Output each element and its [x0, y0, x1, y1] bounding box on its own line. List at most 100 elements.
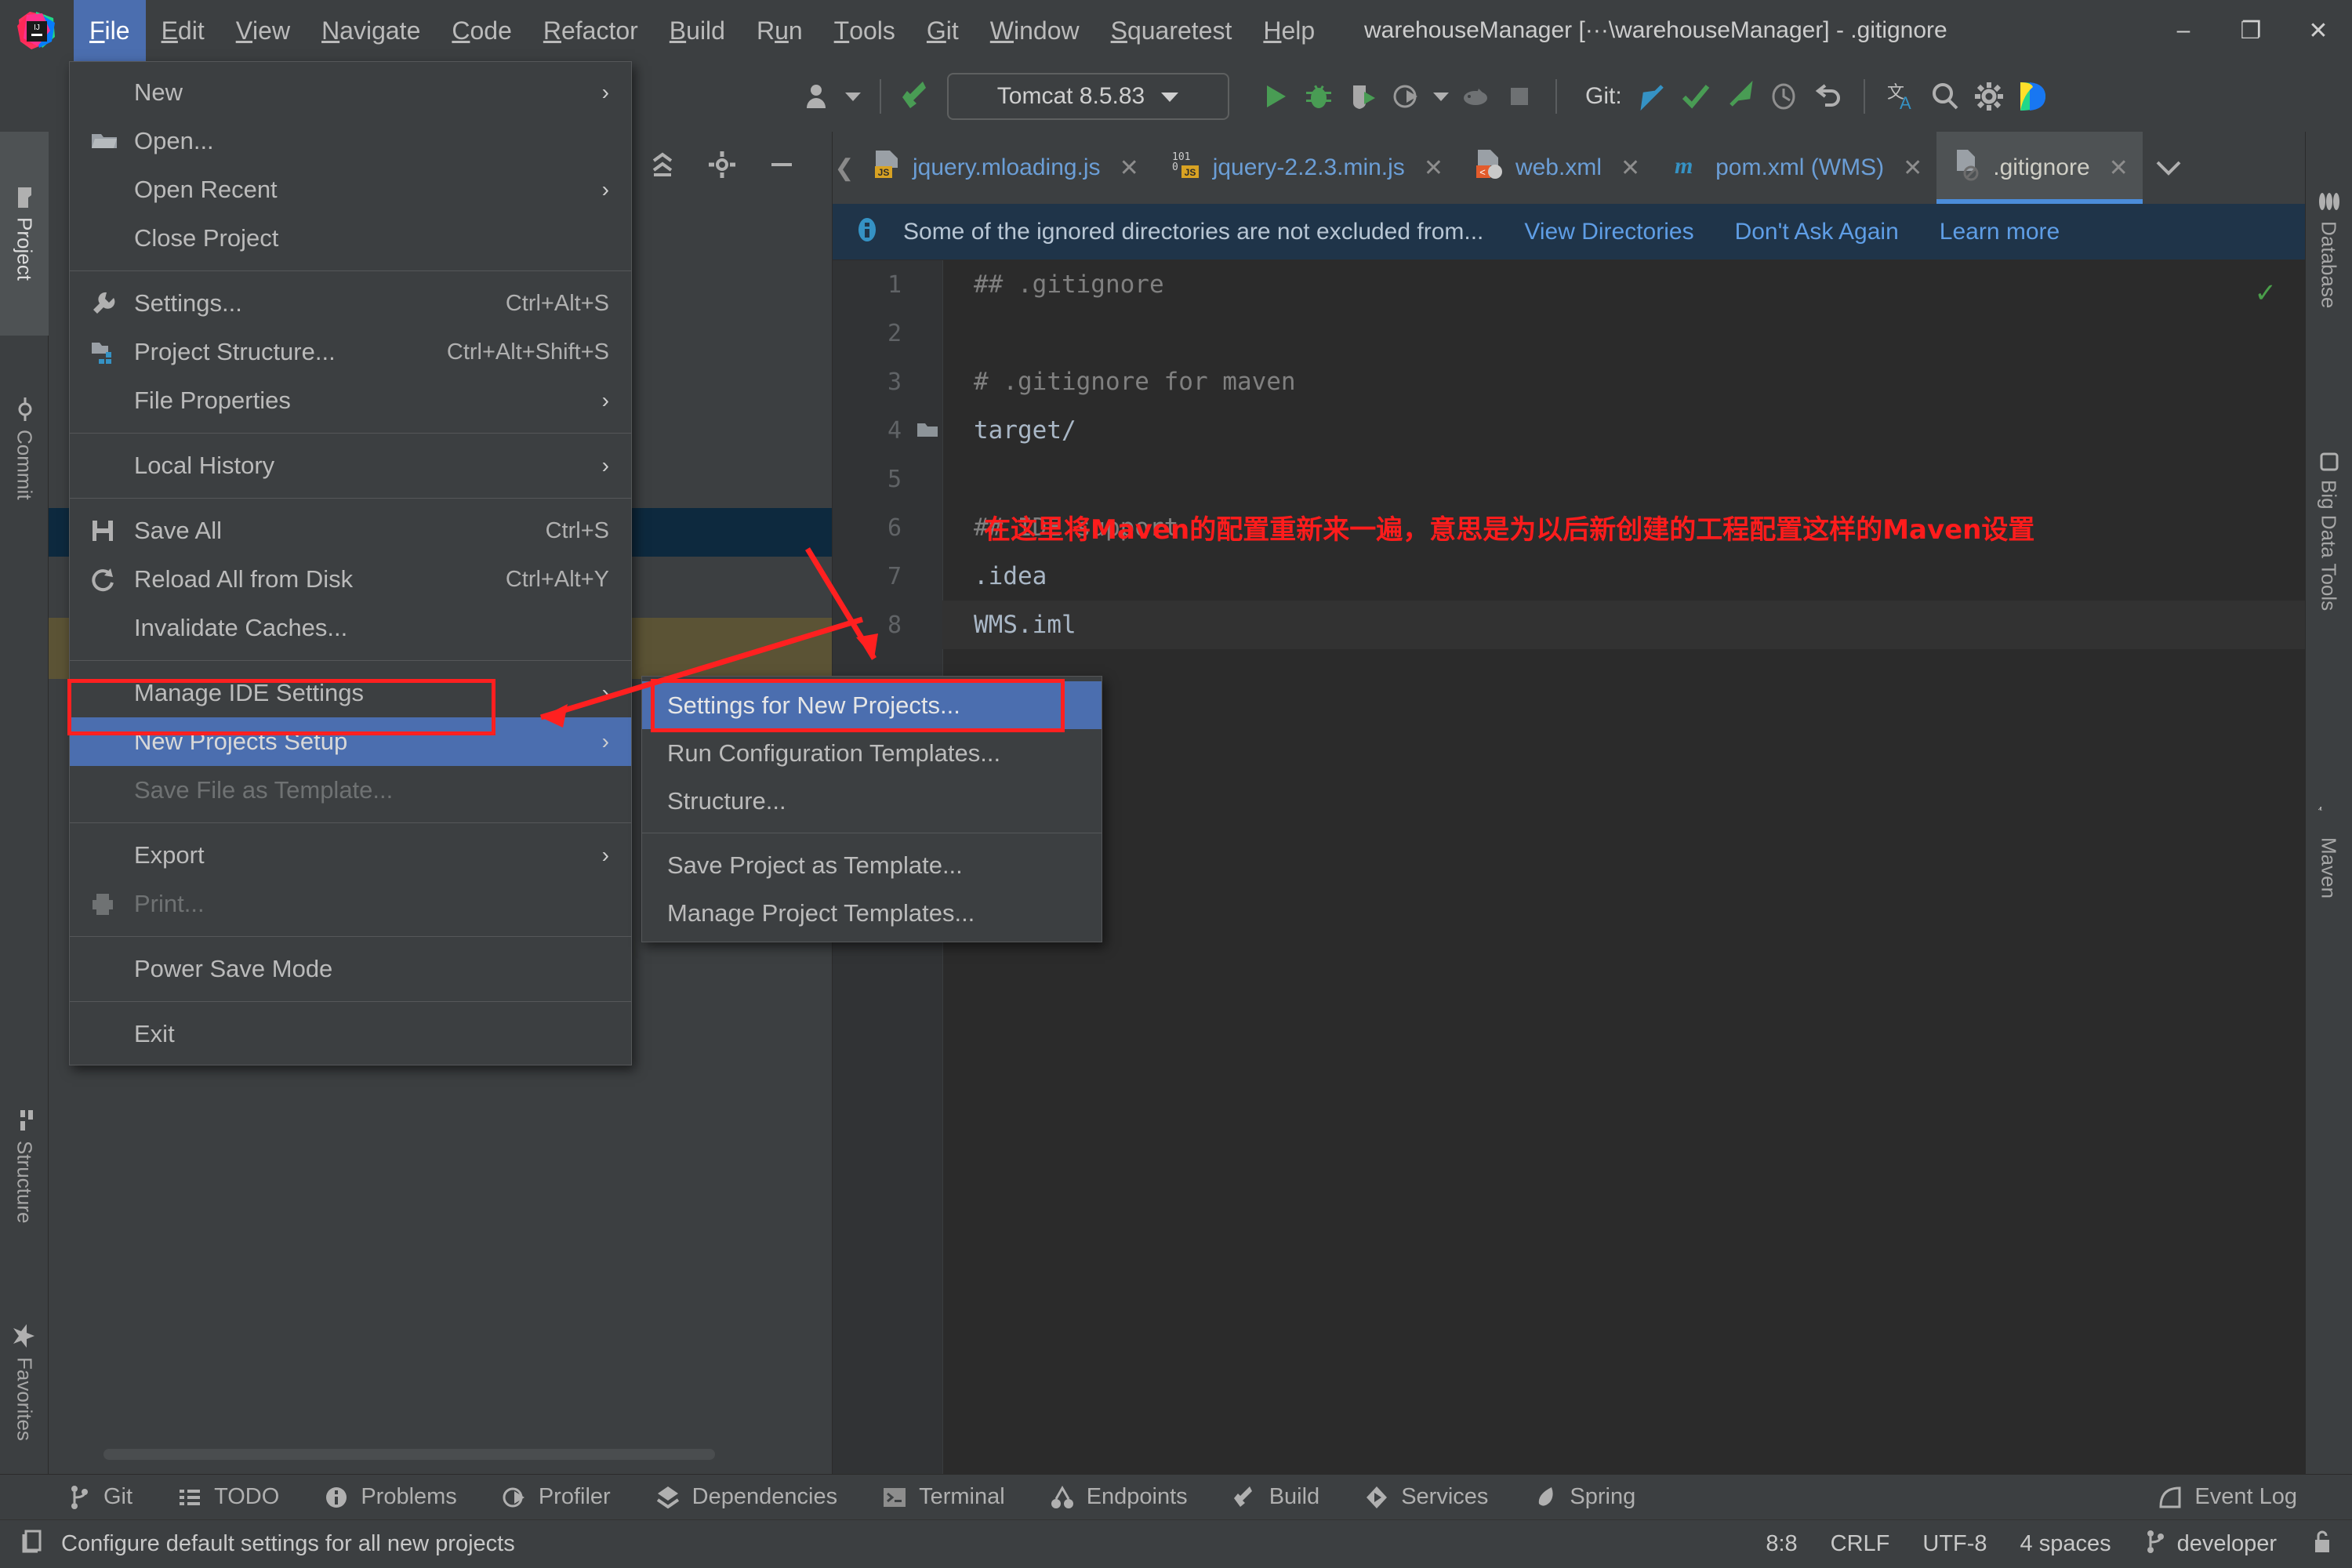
search-everywhere-icon[interactable]: [1923, 74, 1967, 118]
run-with-coverage-icon[interactable]: [1341, 74, 1385, 118]
close-button[interactable]: ✕: [2285, 0, 2352, 61]
tab-close-icon[interactable]: ✕: [1120, 154, 1139, 182]
code-line[interactable]: 5: [833, 455, 2305, 503]
tab-close-icon[interactable]: ✕: [1903, 154, 1922, 182]
undo-icon[interactable]: [1806, 74, 1849, 118]
code-line[interactable]: 4 target/: [833, 406, 2305, 455]
stop-icon[interactable]: [1497, 74, 1541, 118]
sidebar-item-favorites[interactable]: Favorites: [0, 1276, 49, 1488]
menu-squaretest[interactable]: Squaretest: [1095, 0, 1248, 61]
menu-window[interactable]: Window: [975, 0, 1095, 61]
tab-web-xml[interactable]: < web.xml ✕: [1457, 132, 1654, 204]
submenu-item-save-project-as-template[interactable]: Save Project as Template...: [642, 841, 1102, 889]
tab-jquery-mloading-js[interactable]: JS jquery.mloading.js ✕: [856, 132, 1153, 204]
collapse-all-icon[interactable]: [644, 147, 681, 183]
git-branch-widget[interactable]: developer: [2144, 1530, 2277, 1559]
code-line[interactable]: 8 WMS.iml: [833, 601, 2305, 649]
menu-tools[interactable]: Tools: [818, 0, 911, 61]
sidebar-item-big-data-tools[interactable]: Big Data Tools: [2305, 375, 2352, 688]
menu-item-project-structure[interactable]: Project Structure... Ctrl+Alt+Shift+S: [70, 328, 631, 376]
menu-item-exit[interactable]: Exit: [70, 1010, 631, 1058]
tool-window-endpoints[interactable]: Endpoints: [1049, 1484, 1188, 1511]
tab-scroll-left-icon[interactable]: ❮: [833, 132, 856, 204]
app-badge-icon[interactable]: [2011, 74, 2055, 118]
sidebar-item-project[interactable]: Project: [0, 132, 49, 336]
menu-edit[interactable]: Edit: [146, 0, 220, 61]
line-separator[interactable]: CRLF: [1831, 1531, 1890, 1557]
menu-help[interactable]: Help: [1247, 0, 1330, 61]
menu-file[interactable]: File: [74, 0, 146, 61]
tool-window-todo[interactable]: TODO: [176, 1484, 279, 1511]
menu-refactor[interactable]: Refactor: [528, 0, 654, 61]
tool-window-dependencies[interactable]: Dependencies: [655, 1484, 837, 1511]
run-configuration-selector[interactable]: Tomcat 8.5.83: [947, 73, 1229, 120]
code-line[interactable]: 3 # .gitignore for maven: [833, 358, 2305, 406]
code-line[interactable]: 7 .idea: [833, 552, 2305, 601]
sidebar-item-database[interactable]: Database: [2305, 132, 2352, 367]
avatar-dropdown-icon[interactable]: [840, 74, 866, 118]
menu-item-reload-all-from-disk[interactable]: Reload All from Disk Ctrl+Alt+Y: [70, 555, 631, 604]
tool-window-event-log[interactable]: Event Log: [2157, 1484, 2297, 1511]
settings-gear-icon[interactable]: [1967, 74, 2011, 118]
history-icon[interactable]: [1762, 74, 1806, 118]
attach-icon[interactable]: [1454, 74, 1497, 118]
tool-window-git[interactable]: Git: [66, 1484, 132, 1511]
tool-window-terminal[interactable]: Terminal: [881, 1484, 1005, 1511]
git-commit-icon[interactable]: [1674, 74, 1718, 118]
code-line[interactable]: 2: [833, 309, 2305, 358]
tool-window-problems[interactable]: Problems: [323, 1484, 457, 1511]
notification-link-dont-ask-again[interactable]: Don't Ask Again: [1735, 219, 1899, 245]
menu-navigate[interactable]: Navigate: [306, 0, 436, 61]
maximize-button[interactable]: ❐: [2217, 0, 2285, 61]
profiler-icon[interactable]: [1385, 74, 1428, 118]
hide-panel-icon[interactable]: [764, 147, 800, 183]
submenu-item-manage-project-templates[interactable]: Manage Project Templates...: [642, 889, 1102, 937]
menu-item-file-properties[interactable]: File Properties ›: [70, 376, 631, 425]
submenu-item-structure[interactable]: Structure...: [642, 777, 1102, 825]
menu-item-open[interactable]: Open...: [70, 117, 631, 165]
menu-item-settings[interactable]: Settings... Ctrl+Alt+S: [70, 279, 631, 328]
tab-close-icon[interactable]: ✕: [1424, 154, 1443, 182]
unlocked-icon[interactable]: [2310, 1528, 2333, 1561]
menu-view[interactable]: View: [220, 0, 306, 61]
tool-window-profiler[interactable]: Profiler: [501, 1484, 611, 1511]
project-settings-gear-icon[interactable]: [704, 147, 740, 183]
code-line[interactable]: 1 ## .gitignore: [833, 260, 2305, 309]
menu-git[interactable]: Git: [911, 0, 975, 61]
sidebar-item-maven[interactable]: m Maven: [2305, 751, 2352, 955]
debug-icon[interactable]: [1297, 74, 1341, 118]
menu-item-save-all[interactable]: Save All Ctrl+S: [70, 506, 631, 555]
menu-bar[interactable]: File Edit View Navigate Code Refactor Bu…: [74, 0, 1330, 61]
tab-gitignore[interactable]: .gitignore ✕: [1936, 132, 2143, 204]
tool-window-build[interactable]: Build: [1232, 1484, 1320, 1511]
file-encoding[interactable]: UTF-8: [1922, 1531, 1987, 1557]
chevron-down-icon[interactable]: [2143, 132, 2194, 204]
minimize-button[interactable]: –: [2150, 0, 2217, 61]
tab-close-icon[interactable]: ✕: [1621, 154, 1640, 182]
run-icon[interactable]: [1253, 74, 1297, 118]
menu-item-local-history[interactable]: Local History ›: [70, 441, 631, 490]
tool-window-services[interactable]: Services: [1363, 1484, 1488, 1511]
tab-close-icon[interactable]: ✕: [2109, 154, 2129, 182]
inspection-status-icon[interactable]: ✓: [2255, 278, 2278, 309]
notification-link-view-directories[interactable]: View Directories: [1524, 219, 1693, 245]
git-update-icon[interactable]: [1630, 74, 1674, 118]
menu-run[interactable]: Run: [741, 0, 818, 61]
notification-link-learn-more[interactable]: Learn more: [1940, 219, 2060, 245]
tab-pom-xml-wms[interactable]: m pom.xml (WMS) ✕: [1654, 132, 1936, 204]
menu-item-new[interactable]: New ›: [70, 68, 631, 117]
menu-code[interactable]: Code: [436, 0, 528, 61]
menu-item-close-project[interactable]: Close Project: [70, 214, 631, 263]
submenu-item-settings-for-new-projects[interactable]: Settings for New Projects...: [642, 681, 1102, 729]
menu-item-export[interactable]: Export ›: [70, 831, 631, 880]
translate-icon[interactable]: 文A: [1879, 74, 1923, 118]
menu-item-invalidate-caches[interactable]: Invalidate Caches...: [70, 604, 631, 652]
new-projects-setup-submenu[interactable]: Settings for New Projects... Run Configu…: [641, 676, 1102, 942]
project-horizontal-scrollbar[interactable]: [103, 1449, 715, 1460]
menu-item-manage-ide-settings[interactable]: Manage IDE Settings ›: [70, 669, 631, 717]
git-push-icon[interactable]: [1718, 74, 1762, 118]
menu-build[interactable]: Build: [654, 0, 741, 61]
tool-window-spring[interactable]: Spring: [1532, 1484, 1635, 1511]
sidebar-item-structure[interactable]: Structure: [0, 1065, 49, 1269]
submenu-item-run-configuration-templates[interactable]: Run Configuration Templates...: [642, 729, 1102, 777]
